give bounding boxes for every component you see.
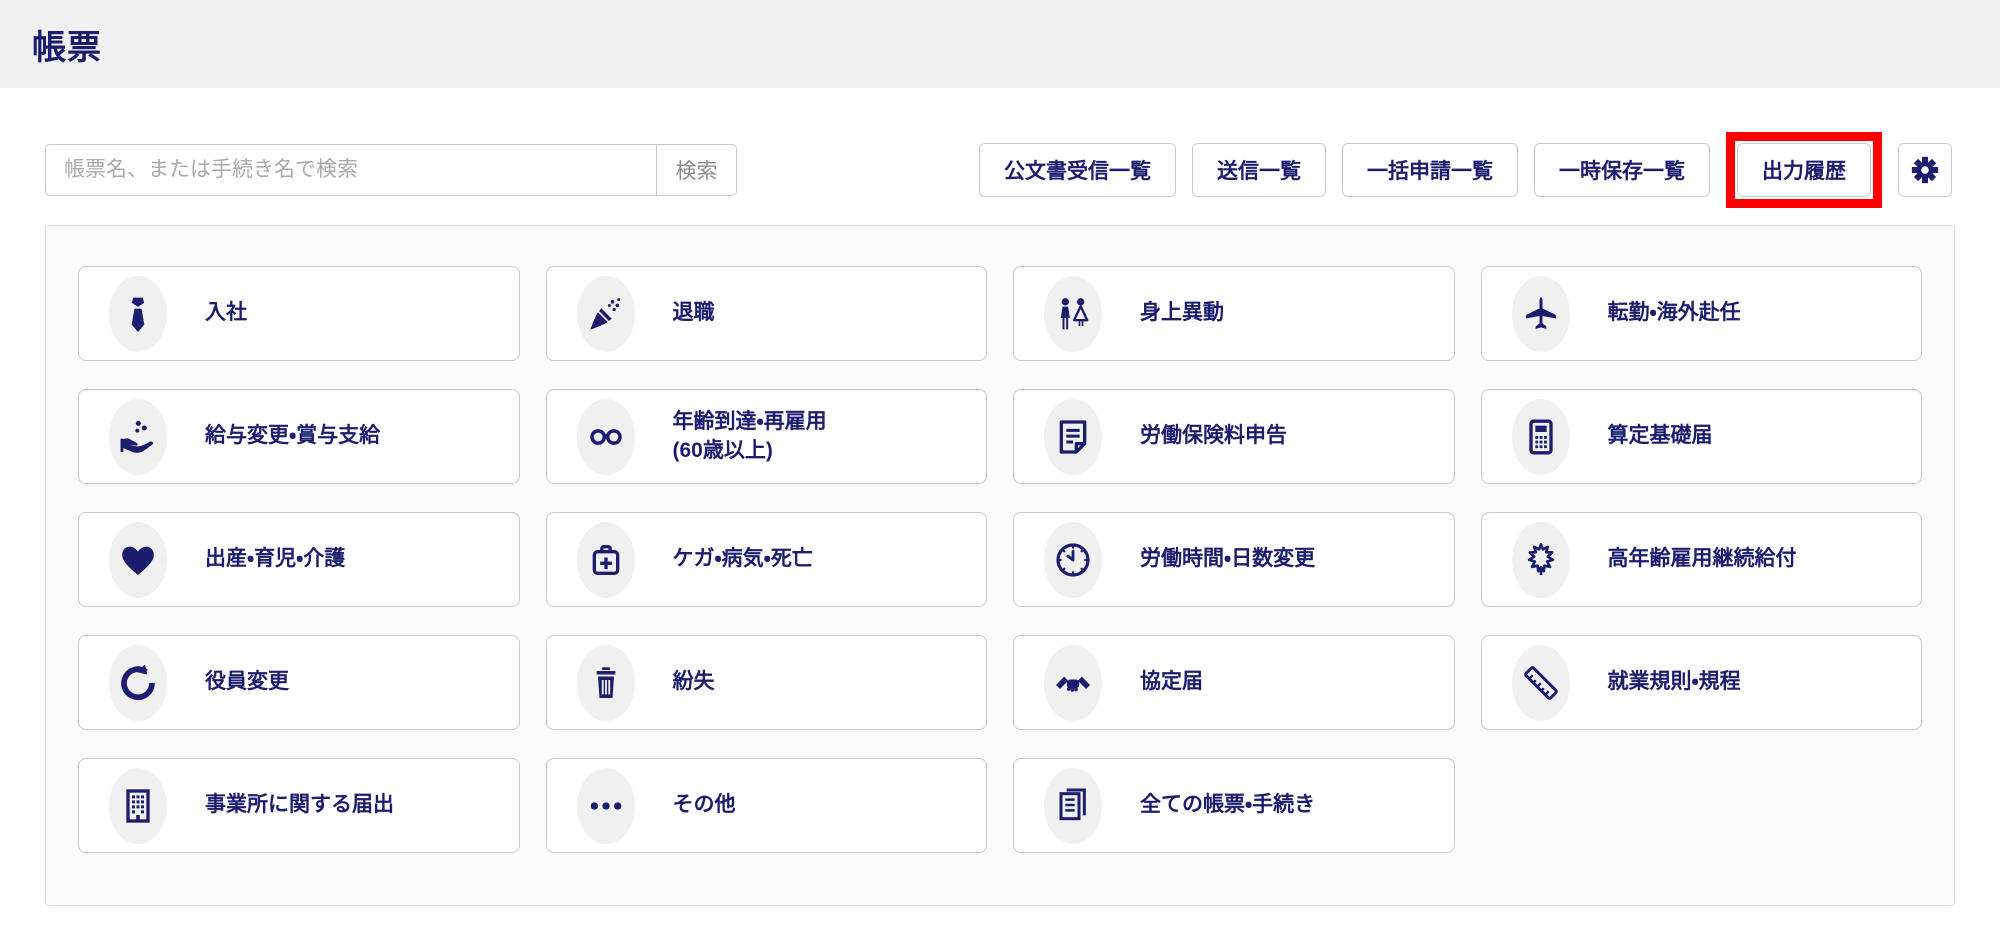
category-card[interactable]: 年齢到達・再雇用 (60歳以上): [545, 389, 987, 484]
category-label: 就業規則・規程: [1607, 670, 1741, 694]
category-card[interactable]: 就業規則・規程: [1480, 635, 1922, 730]
maple-leaf-icon: [1521, 540, 1561, 580]
category-label: その他: [672, 793, 736, 817]
category-card[interactable]: 転勤・海外赴任: [1480, 266, 1922, 361]
highlight-annotation: 出力履歴: [1726, 132, 1882, 208]
clock-icon: [1053, 540, 1093, 580]
party-popper-icon: [586, 294, 626, 334]
category-label: 給与変更・賞与支給: [205, 424, 381, 448]
toolbar-button[interactable]: 公文書受信一覧: [979, 143, 1176, 197]
page-header: 帳票: [0, 0, 2000, 88]
page-title: 帳票: [32, 28, 102, 67]
category-card[interactable]: 事業所に関する届出: [78, 758, 520, 853]
category-label: 事業所に関する届出: [205, 793, 394, 817]
category-label: ケガ・病気・死亡: [672, 547, 813, 571]
category-label: 高年齢雇用継続給付: [1607, 547, 1797, 571]
trash-icon: [586, 663, 626, 703]
icon-oval: [109, 644, 167, 721]
category-card[interactable]: 給与変更・賞与支給: [78, 389, 520, 484]
icon-oval: [1511, 521, 1570, 598]
icon-oval: [1044, 644, 1102, 721]
icon-oval: [576, 398, 635, 475]
icon-oval: [1044, 398, 1102, 475]
handshake-icon: [1053, 663, 1093, 703]
category-card[interactable]: 全ての帳票・手続き: [1013, 758, 1455, 853]
icon-oval: [1044, 275, 1102, 352]
hand-coins-icon: [118, 417, 158, 457]
category-label: 労働時間・日数変更: [1140, 547, 1316, 571]
search-input[interactable]: [46, 145, 656, 195]
calculator-icon: [1521, 417, 1561, 457]
category-card[interactable]: ケガ・病気・死亡: [545, 512, 987, 607]
category-label: 労働保険料申告: [1140, 424, 1287, 448]
necktie-icon: [118, 294, 158, 334]
category-label: 協定届: [1140, 670, 1203, 694]
category-card[interactable]: 身上異動: [1013, 266, 1455, 361]
icon-oval: [109, 767, 167, 844]
category-label: 全ての帳票・手続き: [1140, 793, 1316, 817]
toolbar-button[interactable]: 一時保存一覧: [1534, 143, 1710, 197]
gear-icon: [1910, 155, 1940, 185]
icon-oval: [1511, 644, 1570, 721]
toolbar-button[interactable]: 一括申請一覧: [1342, 143, 1518, 197]
category-label: 入社: [205, 301, 247, 325]
category-card[interactable]: 役員変更: [78, 635, 520, 730]
ruler-icon: [1521, 663, 1561, 703]
icon-oval: [576, 767, 635, 844]
category-label: 算定基礎届: [1607, 424, 1713, 448]
icon-oval: [109, 275, 167, 352]
category-label: 退職: [672, 301, 715, 325]
document-icon: [1053, 417, 1093, 457]
category-label: 出産・育児・介護: [205, 547, 346, 571]
category-card[interactable]: 算定基礎届: [1480, 389, 1922, 484]
category-card[interactable]: 高年齢雇用継続給付: [1480, 512, 1922, 607]
category-card[interactable]: その他: [545, 758, 987, 853]
icon-oval: [1511, 398, 1570, 475]
category-grid: 入社 退職 身上異動 転勤・海外赴任 給与変更・賞与支給 年齢到達・再雇用 (6…: [78, 266, 1922, 853]
settings-button[interactable]: [1898, 143, 1952, 197]
icon-oval: [1511, 275, 1570, 352]
category-card[interactable]: 退職: [545, 266, 987, 361]
search-button[interactable]: 検索: [656, 145, 736, 195]
icon-oval: [109, 398, 167, 475]
wedding-couple-icon: [1053, 294, 1093, 334]
toolbar-button[interactable]: 送信一覧: [1192, 143, 1326, 197]
documents-icon: [1053, 786, 1093, 826]
category-card[interactable]: 労働保険料申告: [1013, 389, 1455, 484]
icon-oval: [576, 275, 635, 352]
airplane-icon: [1521, 294, 1561, 334]
icon-oval: [576, 521, 635, 598]
category-label: 年齢到達・再雇用 (60歳以上): [672, 410, 827, 462]
toolbar-button[interactable]: 出力履歴: [1737, 143, 1871, 197]
category-label: 転勤・海外赴任: [1607, 301, 1741, 325]
category-card[interactable]: 協定届: [1013, 635, 1455, 730]
category-label: 紛失: [672, 670, 715, 694]
toolbar-right: 公文書受信一覧 送信一覧 一括申請一覧 一時保存一覧 出力履歴: [979, 132, 1952, 208]
heart-icon: [118, 540, 158, 580]
refresh-arrow-icon: [118, 663, 158, 703]
glasses-icon: [586, 417, 626, 457]
category-label: 身上異動: [1140, 301, 1224, 325]
first-aid-kit-icon: [586, 540, 626, 580]
icon-oval: [1044, 767, 1102, 844]
category-card[interactable]: 入社: [78, 266, 520, 361]
icon-oval: [1044, 521, 1102, 598]
forms-panel: 入社 退職 身上異動 転勤・海外赴任 給与変更・賞与支給 年齢到達・再雇用 (6…: [45, 225, 1955, 906]
category-card[interactable]: 出産・育児・介護: [78, 512, 520, 607]
icon-oval: [576, 644, 635, 721]
toolbar: 検索 公文書受信一覧送信一覧一括申請一覧一時保存一覧出力履歴: [45, 132, 1952, 208]
icon-oval: [109, 521, 167, 598]
category-card[interactable]: 労働時間・日数変更: [1013, 512, 1455, 607]
ellipsis-icon: [586, 786, 626, 826]
category-label: 役員変更: [205, 670, 289, 694]
building-icon: [118, 786, 158, 826]
category-card[interactable]: 紛失: [545, 635, 987, 730]
search-group: 検索: [45, 144, 737, 196]
